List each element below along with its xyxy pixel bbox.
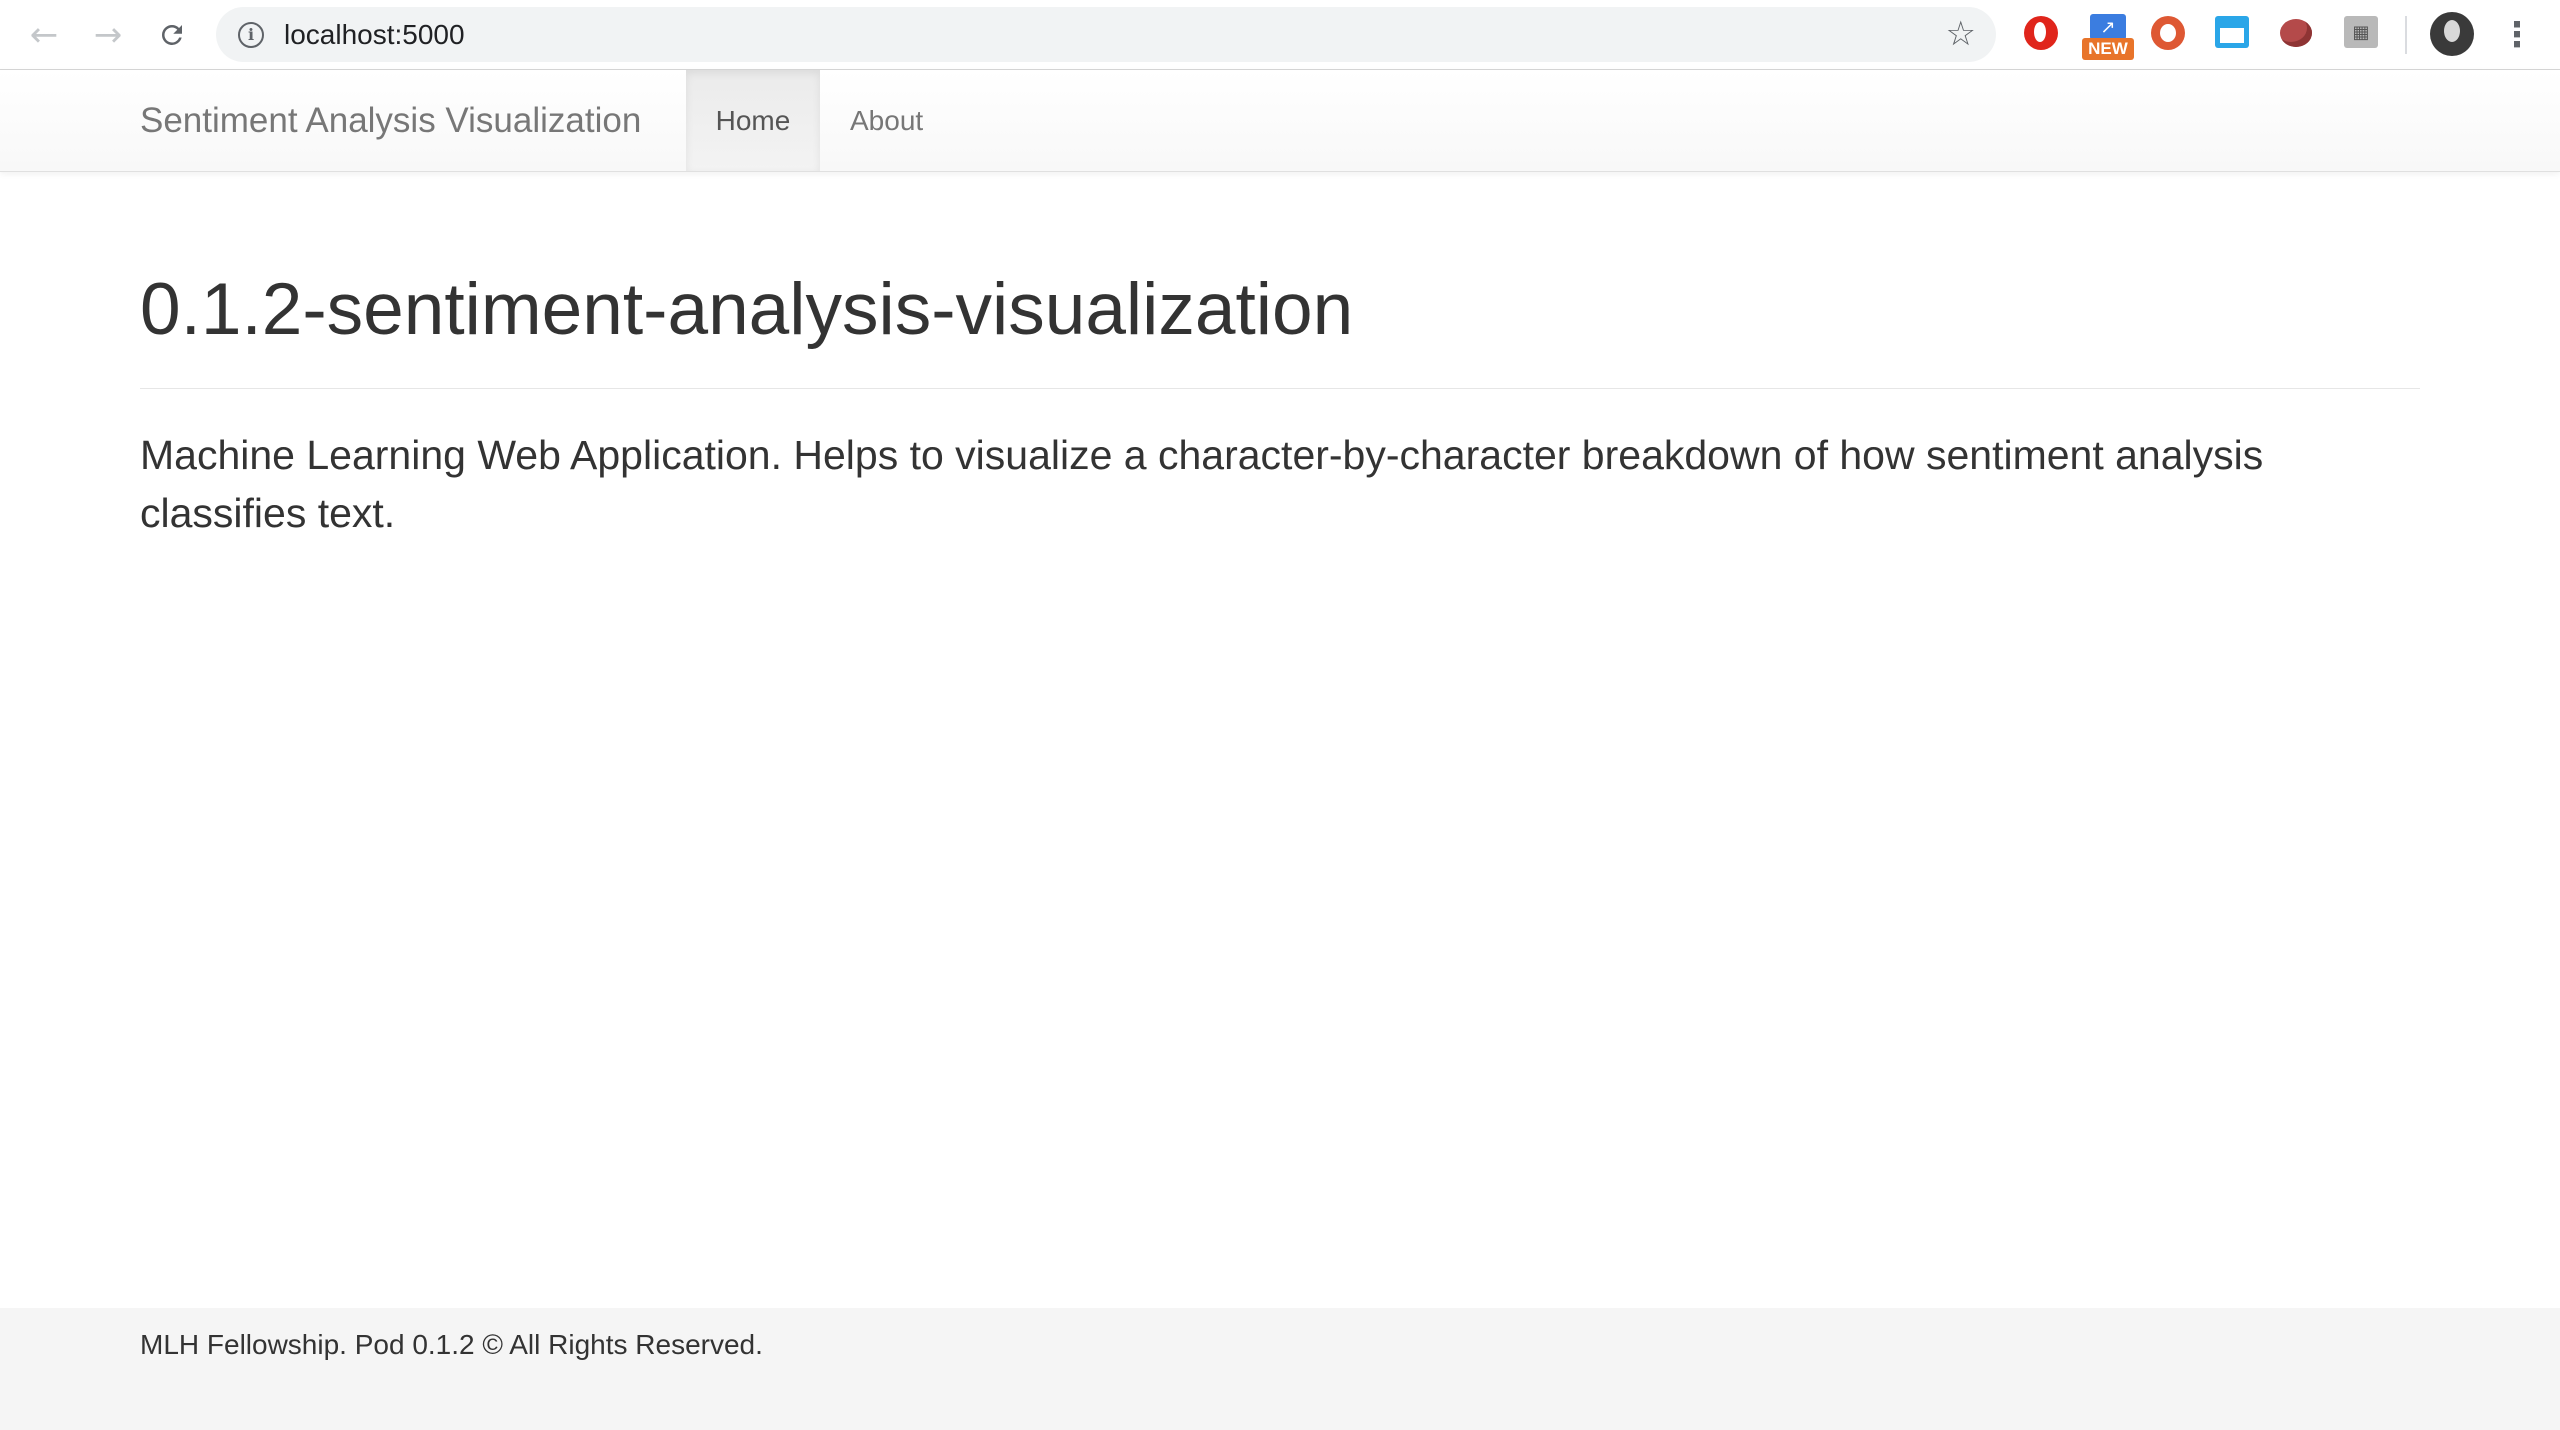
new-tab-extension-icon[interactable]: ↗ NEW: [2080, 14, 2136, 62]
site-navbar: Sentiment Analysis Visualization Home Ab…: [0, 70, 2560, 172]
duckduckgo-extension-icon[interactable]: [2151, 16, 2187, 52]
new-badge: NEW: [2082, 38, 2134, 60]
address-bar[interactable]: i localhost:5000 ☆: [216, 7, 1996, 62]
reload-button[interactable]: [150, 13, 194, 57]
back-button[interactable]: ←: [22, 13, 66, 57]
opera-extension-icon[interactable]: [2024, 16, 2060, 52]
browser-toolbar: ← → i localhost:5000 ☆ ↗ NEW ▦ ⋮: [0, 0, 2560, 70]
page-description: Machine Learning Web Application. Helps …: [140, 432, 2264, 536]
footer-text: MLH Fellowship. Pod 0.1.2 © All Rights R…: [140, 1329, 763, 1360]
footer: MLH Fellowship. Pod 0.1.2 © All Rights R…: [0, 1308, 2560, 1430]
reload-icon: [162, 24, 182, 45]
info-icon[interactable]: i: [238, 22, 264, 48]
pixel-extension-icon[interactable]: ▦: [2344, 16, 2380, 52]
profile-avatar[interactable]: [2430, 12, 2474, 56]
toolbar-divider: [2405, 16, 2407, 54]
tomato-extension-icon[interactable]: [2280, 16, 2316, 52]
arrow-right-icon: →: [93, 15, 123, 55]
navbar-brand[interactable]: Sentiment Analysis Visualization: [140, 100, 641, 142]
nav-about-label: About: [850, 104, 924, 136]
page-title: 0.1.2-sentiment-analysis-visualization: [140, 269, 1354, 350]
nav-about[interactable]: About: [820, 70, 953, 171]
arrow-left-icon: ←: [29, 15, 59, 55]
nav-home[interactable]: Home: [686, 70, 820, 171]
title-divider: [140, 388, 2420, 389]
nav-home-label: Home: [715, 104, 791, 136]
more-vertical-icon[interactable]: ⋮: [2500, 14, 2534, 56]
window-extension-icon[interactable]: [2215, 16, 2251, 52]
url-text[interactable]: localhost:5000: [284, 19, 465, 51]
forward-button[interactable]: →: [86, 13, 130, 57]
star-icon[interactable]: ☆: [1946, 16, 1976, 52]
